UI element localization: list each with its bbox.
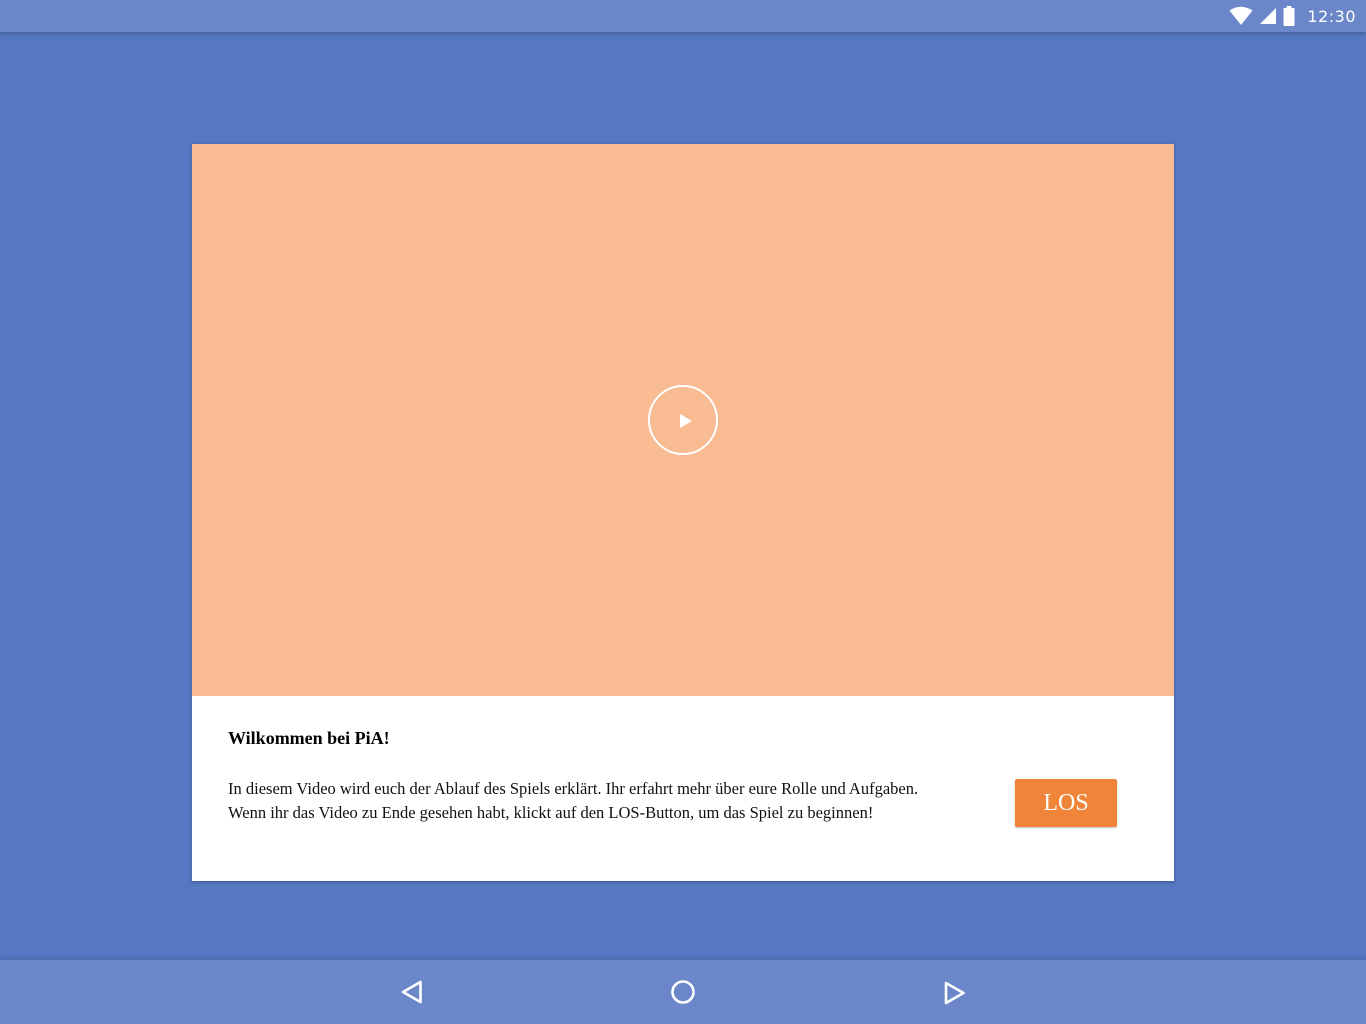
play-icon — [680, 414, 692, 428]
home-circle-icon — [671, 980, 695, 1004]
intro-card: Wilkommen bei PiA! In diesem Video wird … — [192, 144, 1174, 881]
forward-triangle-icon — [944, 981, 965, 1005]
back-button[interactable] — [396, 976, 428, 1008]
description: In diesem Video wird euch der Ablauf des… — [228, 777, 988, 825]
description-line-1: In diesem Video wird euch der Ablauf des… — [228, 779, 919, 798]
wifi-icon — [1229, 6, 1253, 26]
los-button[interactable]: LOS — [1015, 779, 1117, 827]
back-triangle-icon — [401, 980, 422, 1004]
welcome-title: Wilkommen bei PiA! — [228, 728, 390, 748]
video-player[interactable] — [192, 144, 1174, 696]
status-icons: 12:30 — [1229, 0, 1356, 32]
home-button[interactable] — [667, 976, 699, 1008]
navigation-bar — [0, 960, 1366, 1024]
description-line-2: Wenn ihr das Video zu Ende gesehen habt,… — [228, 803, 874, 822]
status-time: 12:30 — [1307, 6, 1356, 26]
forward-button[interactable] — [938, 976, 970, 1008]
status-bar: 12:30 — [0, 0, 1366, 32]
card-body: Wilkommen bei PiA! In diesem Video wird … — [192, 696, 1174, 881]
battery-icon — [1283, 6, 1295, 26]
cell-signal-icon — [1259, 7, 1277, 25]
play-button[interactable] — [648, 385, 718, 455]
